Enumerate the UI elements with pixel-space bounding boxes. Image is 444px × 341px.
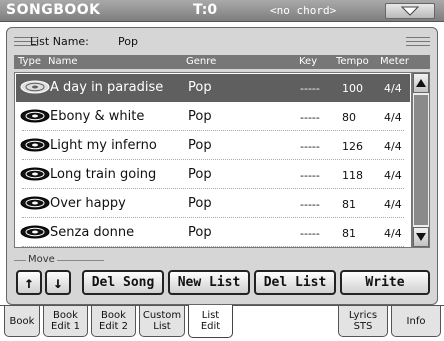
col-key: Key	[299, 56, 318, 67]
song-meter: 4/4	[384, 169, 402, 182]
tab-book[interactable]: Book	[4, 306, 40, 337]
song-tempo: 81	[342, 198, 356, 211]
song-tempo: 80	[342, 111, 356, 124]
song-key: -----	[300, 111, 320, 124]
row-separator	[22, 246, 404, 247]
list-name-label: List Name:	[30, 35, 89, 48]
song-row[interactable]: Senza donne Pop ----- 81 4/4	[16, 219, 410, 247]
disc-icon	[20, 225, 50, 243]
song-genre: Pop	[188, 167, 212, 182]
song-meter: 4/4	[384, 198, 402, 211]
scroll-down-button[interactable]	[413, 227, 429, 247]
tab-info[interactable]: Info	[391, 306, 441, 337]
col-meter: Meter	[380, 56, 409, 67]
col-tempo: Tempo	[336, 56, 369, 67]
song-row[interactable]: Light my inferno Pop ----- 126 4/4	[16, 132, 410, 160]
transpose-readout: T:0	[193, 2, 218, 18]
song-key: -----	[300, 140, 320, 153]
song-key: -----	[300, 169, 320, 182]
list-scrollbar[interactable]	[412, 72, 430, 248]
page-title: SONGBOOK	[6, 2, 101, 18]
song-row[interactable]: Long train going Pop ----- 118 4/4	[16, 161, 410, 189]
song-name: Ebony & white	[50, 109, 145, 124]
move-down-button[interactable]: ↓	[45, 270, 71, 295]
row-separator	[22, 130, 404, 131]
move-up-button[interactable]: ↑	[16, 270, 42, 295]
del-list-button[interactable]: Del List	[254, 270, 336, 295]
song-genre: Pop	[188, 109, 212, 124]
song-meter: 4/4	[384, 140, 402, 153]
song-row[interactable]: A day in paradise Pop ----- 100 4/4	[16, 74, 410, 102]
del-song-button[interactable]: Del Song	[82, 270, 164, 295]
song-key: -----	[300, 198, 320, 211]
disc-icon	[20, 80, 50, 98]
song-tempo: 118	[342, 169, 363, 182]
song-name: Over happy	[50, 196, 126, 211]
disc-icon	[20, 167, 50, 185]
song-list[interactable]: A day in paradise Pop ----- 100 4/4 Ebony & w…	[14, 72, 412, 248]
song-genre: Pop	[188, 138, 212, 153]
song-name: Senza donne	[50, 225, 135, 240]
row-separator	[22, 188, 404, 189]
song-genre: Pop	[188, 196, 212, 211]
song-key: -----	[300, 227, 320, 240]
song-tempo: 81	[342, 227, 356, 240]
song-name: Long train going	[50, 167, 157, 182]
page-menu-button[interactable]	[385, 3, 435, 19]
list-name-value[interactable]: Pop	[118, 35, 138, 48]
song-genre: Pop	[188, 225, 212, 240]
disc-icon	[20, 138, 50, 156]
panel-menu-grip-icon[interactable]	[406, 37, 430, 46]
col-type: Type	[18, 56, 41, 67]
song-meter: 4/4	[384, 227, 402, 240]
song-tempo: 100	[342, 82, 363, 95]
write-button[interactable]: Write	[340, 270, 430, 295]
new-list-button[interactable]: New List	[168, 270, 250, 295]
triangle-down-icon	[416, 233, 426, 241]
move-group-label: Move	[26, 254, 57, 265]
song-name: Light my inferno	[50, 138, 157, 153]
row-separator	[22, 217, 404, 218]
scroll-up-button[interactable]	[413, 73, 429, 93]
tab-list-edit[interactable]: List Edit	[188, 305, 233, 338]
chord-readout: <no chord>	[270, 4, 337, 17]
col-name: Name	[48, 56, 78, 67]
tab-book-edit-2[interactable]: Book Edit 2	[91, 306, 136, 337]
disc-icon	[20, 109, 50, 127]
song-meter: 4/4	[384, 82, 402, 95]
disc-icon	[20, 196, 50, 214]
column-header: Type Name Genre Key Tempo Meter	[14, 55, 430, 69]
song-tempo: 126	[342, 140, 363, 153]
scroll-thumb[interactable]	[414, 95, 428, 225]
tab-lyrics-sts[interactable]: Lyrics STS	[338, 306, 388, 337]
song-row[interactable]: Ebony & white Pop ----- 80 4/4	[16, 103, 410, 131]
col-genre: Genre	[186, 56, 217, 67]
tab-book-edit-1[interactable]: Book Edit 1	[43, 306, 88, 337]
triangle-up-icon	[416, 79, 426, 87]
dropdown-triangle-icon	[401, 6, 419, 16]
song-row[interactable]: Over happy Pop ----- 81 4/4	[16, 190, 410, 218]
row-separator	[22, 159, 404, 160]
song-name: A day in paradise	[50, 80, 164, 95]
song-key: -----	[300, 82, 320, 95]
song-meter: 4/4	[384, 111, 402, 124]
song-genre: Pop	[188, 80, 212, 95]
tab-custom-list[interactable]: Custom List	[139, 306, 185, 337]
